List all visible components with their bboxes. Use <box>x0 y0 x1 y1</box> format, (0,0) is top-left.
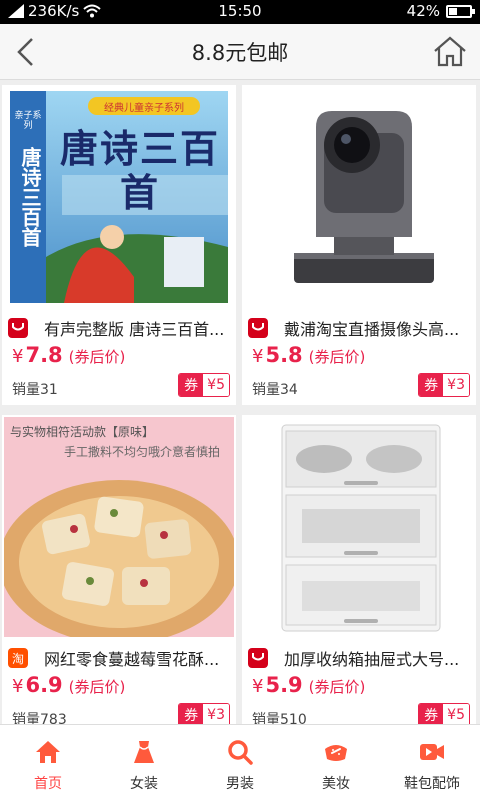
sales-count: 销量783 <box>12 712 67 724</box>
tab-shoes-bags[interactable]: 鞋包配饰 <box>384 725 480 800</box>
price-value: 7.8 <box>25 343 63 367</box>
search-icon <box>228 740 253 765</box>
product-card[interactable]: 加厚收纳箱抽屉式大号... ¥ 5.9 (券后价) 销量510 券 ¥5 <box>242 415 476 724</box>
tab-beauty[interactable]: 美妆 <box>288 725 384 800</box>
price-note: (券后价) <box>308 678 366 696</box>
product-card[interactable]: 戴浦淘宝直播摄像头高... ¥ 5.8 (券后价) 销量34 券 ¥3 <box>242 85 476 405</box>
nav-bar: 8.8元包邮 <box>0 24 480 80</box>
price-symbol: ¥ <box>12 346 24 367</box>
battery-percent: 42% <box>406 2 440 20</box>
coupon-tag: 券 <box>179 704 204 724</box>
product-name-row: 加厚收纳箱抽屉式大号... <box>248 647 470 669</box>
sales-count: 销量31 <box>12 382 58 398</box>
price-note: (券后价) <box>308 348 366 366</box>
price-symbol: ¥ <box>12 676 24 697</box>
product-name-row: 戴浦淘宝直播摄像头高... <box>248 317 470 339</box>
snack-caption-1: 与实物相符活动款【原味】 <box>10 425 155 439</box>
coupon-badge[interactable]: 券 ¥3 <box>418 373 470 397</box>
coupon-amount: ¥5 <box>203 374 229 396</box>
tab-label: 女装 <box>130 776 158 792</box>
product-price: ¥ 5.8 (券后价) <box>252 343 365 367</box>
product-card[interactable]: 亲子系列 唐诗三百首 经典儿童亲子系列 唐诗三百首 有声完整版 唐诗三百首...… <box>2 85 236 405</box>
tab-women[interactable]: 女装 <box>96 725 192 800</box>
price-value: 5.9 <box>265 673 303 697</box>
tab-label: 男装 <box>226 776 254 792</box>
product-image-camera <box>244 87 474 307</box>
product-image-storage-box <box>244 417 474 637</box>
price-symbol: ¥ <box>252 676 264 697</box>
taobao-icon: 淘 <box>8 648 28 668</box>
battery-icon <box>446 4 475 18</box>
sales-count: 销量34 <box>252 382 298 398</box>
price-value: 5.8 <box>265 343 303 367</box>
product-name-row: 有声完整版 唐诗三百首... <box>8 317 230 339</box>
book-series-label: 亲子系列 <box>14 111 42 131</box>
bottom-tab-bar: 首页 女装 男装 美妆 鞋包配饰 <box>0 724 480 800</box>
coupon-amount: ¥3 <box>203 704 229 724</box>
tab-men[interactable]: 男装 <box>192 725 288 800</box>
tab-label: 美妆 <box>322 776 350 792</box>
product-price: ¥ 6.9 (券后价) <box>12 673 125 697</box>
tab-label: 首页 <box>34 776 62 792</box>
price-note: (券后价) <box>68 678 126 696</box>
product-grid: 亲子系列 唐诗三百首 经典儿童亲子系列 唐诗三百首 有声完整版 唐诗三百首...… <box>0 81 480 724</box>
product-price: ¥ 7.8 (券后价) <box>12 343 125 367</box>
sales-count: 销量510 <box>252 712 307 724</box>
book-title: 唐诗三百首 <box>60 127 221 215</box>
tmall-icon <box>8 318 28 338</box>
coupon-tag: 券 <box>419 704 444 724</box>
video-icon <box>420 744 444 760</box>
price-symbol: ¥ <box>252 346 264 367</box>
dress-icon <box>134 741 154 763</box>
product-name: 网红零食蔓越莓雪花酥... <box>44 650 220 669</box>
product-name: 有声完整版 唐诗三百首... <box>44 320 225 339</box>
price-value: 6.9 <box>25 673 63 697</box>
product-name: 戴浦淘宝直播摄像头高... <box>284 320 460 339</box>
price-note: (券后价) <box>68 348 126 366</box>
tmall-icon <box>248 318 268 338</box>
status-right: 42% <box>406 2 475 20</box>
coupon-amount: ¥5 <box>443 704 469 724</box>
home-icon[interactable] <box>432 34 468 70</box>
coupon-badge[interactable]: 券 ¥5 <box>178 373 230 397</box>
coupon-badge[interactable]: 券 ¥3 <box>178 703 230 724</box>
product-image-snack: 与实物相符活动款【原味】 手工撒料不均匀哦介意者慎拍 <box>4 417 234 637</box>
tab-label: 鞋包配饰 <box>404 776 460 792</box>
makeup-icon <box>325 745 347 761</box>
status-bar: 236K/s 15:50 42% <box>0 0 480 24</box>
home-icon <box>36 741 60 763</box>
book-banner: 经典儿童亲子系列 <box>104 103 184 114</box>
coupon-badge[interactable]: 券 ¥5 <box>418 703 470 724</box>
product-card[interactable]: 与实物相符活动款【原味】 手工撒料不均匀哦介意者慎拍 淘 网红零食蔓越莓雪花酥.… <box>2 415 236 724</box>
product-price: ¥ 5.9 (券后价) <box>252 673 365 697</box>
book-spine-title: 唐诗三百首 <box>18 147 42 247</box>
snack-caption-2: 手工撒料不均匀哦介意者慎拍 <box>64 445 221 459</box>
product-name-row: 淘 网红零食蔓越莓雪花酥... <box>8 647 230 669</box>
tab-home[interactable]: 首页 <box>0 725 96 800</box>
coupon-amount: ¥3 <box>443 374 469 396</box>
tmall-icon <box>248 648 268 668</box>
product-image-book: 亲子系列 唐诗三百首 经典儿童亲子系列 唐诗三百首 <box>4 87 234 307</box>
coupon-tag: 券 <box>419 374 444 396</box>
page-title: 8.8元包邮 <box>191 41 289 65</box>
coupon-tag: 券 <box>179 374 204 396</box>
product-name: 加厚收纳箱抽屉式大号... <box>284 650 460 669</box>
